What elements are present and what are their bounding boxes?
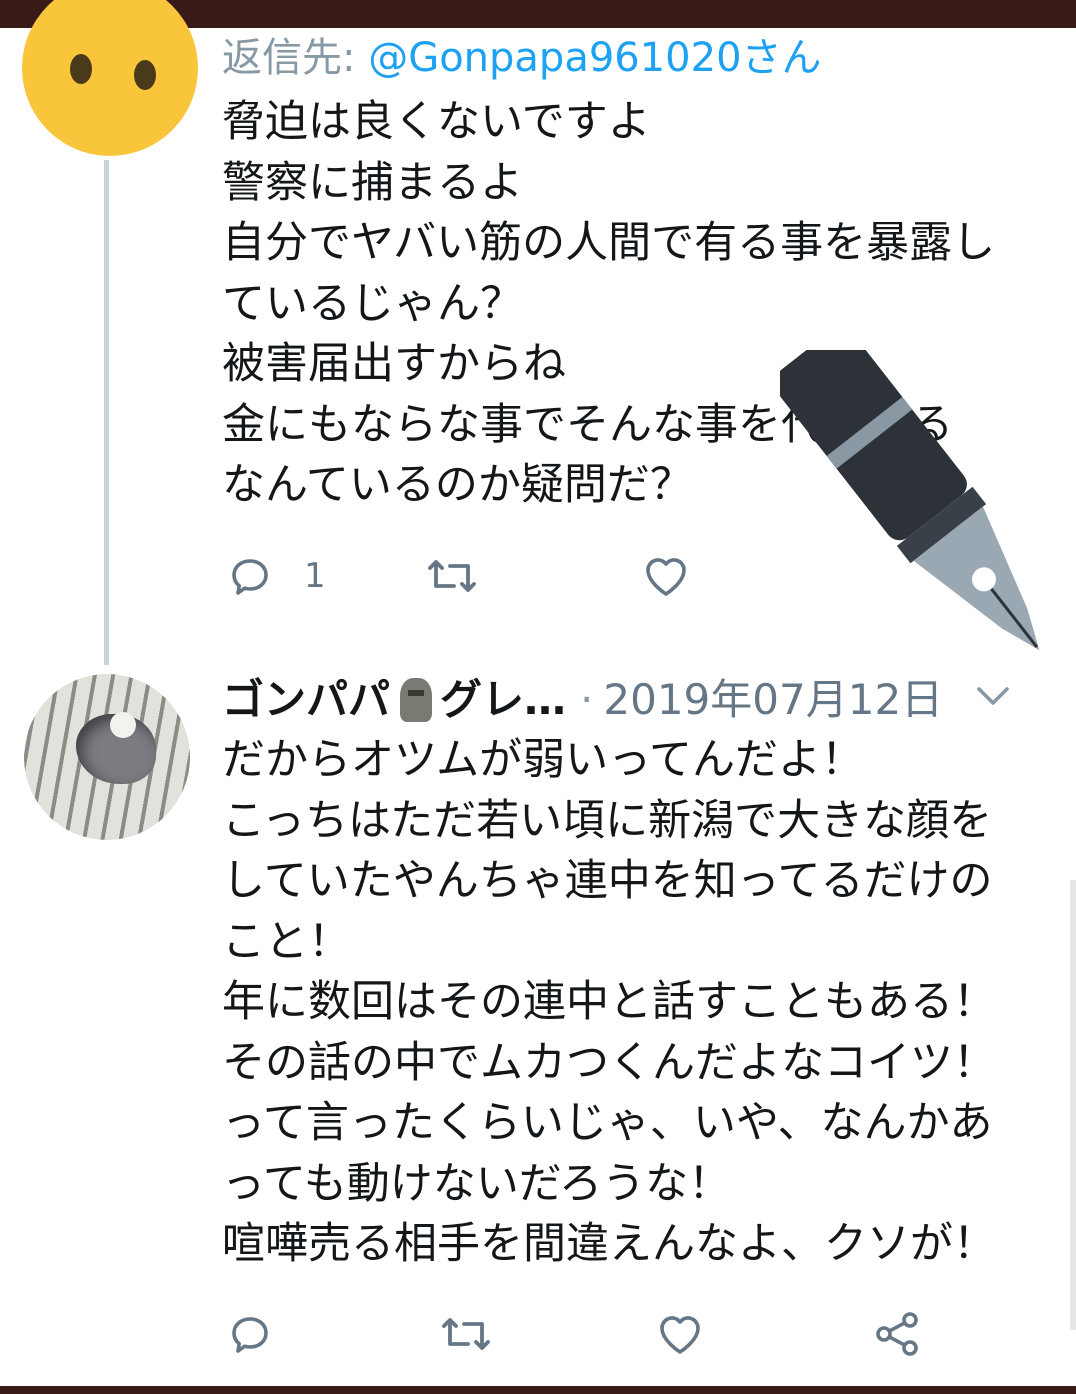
tweet-text-line: ているじゃん？ <box>222 278 523 329</box>
retweet-button[interactable] <box>438 1310 494 1358</box>
avatar[interactable] <box>22 0 198 156</box>
reply-to-label: 返信先: <box>222 35 356 81</box>
tweet-text-line: 自分でヤバい筋の人間で有る事を暴露し <box>222 218 996 268</box>
tweet-text-line: 年に数回はその連中と話すこともある！ <box>222 977 996 1027</box>
like-button[interactable] <box>640 552 692 600</box>
retweet-button[interactable] <box>424 552 480 600</box>
moai-emoji-icon <box>400 678 433 722</box>
tweet-text-line: って言ったくらいじゃ、いや、なんかあ <box>222 1098 993 1148</box>
tweet-actions: 1 <box>226 552 692 600</box>
heart-icon <box>640 552 692 600</box>
tweet-text: だからオツムが弱いってんだよ！ こっちはただ若い頃に新潟で大きな顔を していたや… <box>222 730 1062 1275</box>
bottom-frame-bar <box>0 1386 1076 1394</box>
tweet-text-line: 脅迫は良くないですよ <box>222 97 651 147</box>
avatar-eye-right <box>134 60 156 90</box>
avatar-eye-left <box>70 54 92 84</box>
like-button[interactable] <box>654 1310 706 1358</box>
thread-connector-line <box>104 160 109 665</box>
tweet-text-line: 喧嘩売る相手を間違えんなよ、クソが！ <box>222 1219 996 1269</box>
header-separator: · <box>580 675 594 724</box>
reply-count: 1 <box>304 556 326 596</box>
share-button[interactable] <box>872 1310 922 1358</box>
tweet-text-line: 警察に捕まるよ <box>222 157 523 208</box>
tweet-text-line: だからオツムが弱いってんだよ！ <box>222 735 864 785</box>
tweet-text-line: していたやんちゃ連中を知ってるだけの <box>222 856 993 906</box>
tweet-text-line: こっちはただ若い頃に新潟で大きな顔を <box>222 795 993 846</box>
tweet-main[interactable]: ゴンパパ グレ… · 2019年07月12日 だからオツムが弱いってんだよ！ こ… <box>222 672 1062 1275</box>
reply-to-handle-link[interactable]: @Gonpapa961020さん <box>368 35 821 81</box>
retweet-icon <box>424 552 480 600</box>
reply-icon <box>226 552 274 600</box>
tweet-actions <box>226 1310 922 1358</box>
tweet-text-line: っても動けないだろうな！ <box>222 1158 732 1209</box>
avatar-cat-spot <box>110 712 136 738</box>
retweet-icon <box>438 1310 494 1358</box>
heart-icon <box>654 1310 706 1358</box>
avatar[interactable] <box>24 674 190 840</box>
reply-to-line: 返信先: @Gonpapa961020さん <box>222 30 1062 86</box>
reply-button[interactable]: 1 <box>226 552 326 600</box>
display-name-suffix[interactable]: グレ… <box>440 672 566 728</box>
share-icon <box>872 1310 922 1358</box>
scrollbar[interactable] <box>1070 880 1076 1330</box>
fountain-pen-icon <box>773 326 1076 690</box>
reply-button[interactable] <box>226 1310 274 1358</box>
display-name[interactable]: ゴンパパ <box>222 672 390 728</box>
tweet-text-line: こと！ <box>222 916 351 967</box>
tweet-text-line: その話の中でムカつくんだよなコイツ！ <box>222 1037 996 1088</box>
reply-icon <box>226 1310 274 1358</box>
